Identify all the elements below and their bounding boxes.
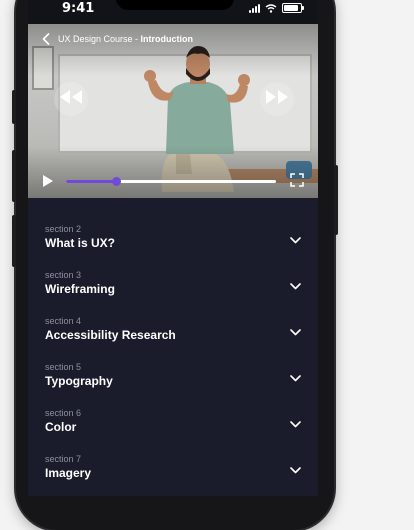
power-button [334, 165, 338, 235]
play-icon[interactable] [42, 174, 54, 193]
title-separator: - [132, 34, 141, 44]
fullscreen-icon[interactable] [290, 173, 304, 192]
section-number: section 4 [45, 316, 82, 326]
skip-forward-button[interactable] [260, 82, 294, 116]
video-header: UX Design Course - Introduction [42, 33, 193, 45]
skip-back-icon [58, 89, 84, 110]
notch [116, 0, 234, 10]
progress-thumb[interactable] [111, 177, 121, 186]
section-item[interactable]: section 5 Typography [28, 336, 318, 388]
lesson-name: Introduction [140, 34, 194, 44]
section-number: section 7 [45, 454, 82, 464]
section-number: section 2 [45, 224, 82, 234]
section-list: section 2 What is UX? section 3 Wirefram… [28, 198, 318, 480]
section-number: section 5 [45, 362, 82, 372]
wifi-icon [265, 3, 277, 13]
skip-forward-icon [264, 89, 290, 110]
course-name: UX Design Course [58, 34, 133, 44]
section-item[interactable]: section 2 What is UX? [28, 198, 318, 250]
section-title: Imagery [45, 466, 92, 480]
chevron-down-icon[interactable] [290, 461, 301, 479]
signal-icon [249, 3, 260, 13]
status-time: 9:41 [62, 1, 95, 16]
section-number: section 6 [45, 408, 82, 418]
section-item[interactable]: section 4 Accessibility Research [28, 290, 318, 342]
app-screen: 9:41 UX Design Course - Introduction sec… [28, 0, 318, 496]
progress-fill [66, 180, 117, 183]
volume-down-button [12, 215, 16, 267]
battery-icon [282, 3, 304, 13]
section-item[interactable]: section 3 Wireframing [28, 244, 318, 296]
status-bar: 9:41 [28, 0, 318, 24]
video-player[interactable]: UX Design Course - Introduction [28, 24, 318, 198]
playback-controls [28, 170, 318, 192]
silent-switch [12, 90, 16, 124]
skip-back-button[interactable] [54, 82, 88, 116]
back-icon[interactable] [42, 33, 50, 45]
status-icons [249, 3, 304, 13]
volume-up-button [12, 150, 16, 202]
section-item[interactable]: section 6 Color [28, 382, 318, 434]
section-number: section 3 [45, 270, 82, 280]
progress-bar[interactable] [66, 177, 276, 186]
section-item[interactable]: section 7 Imagery [28, 428, 318, 480]
video-title: UX Design Course - Introduction [58, 34, 193, 44]
